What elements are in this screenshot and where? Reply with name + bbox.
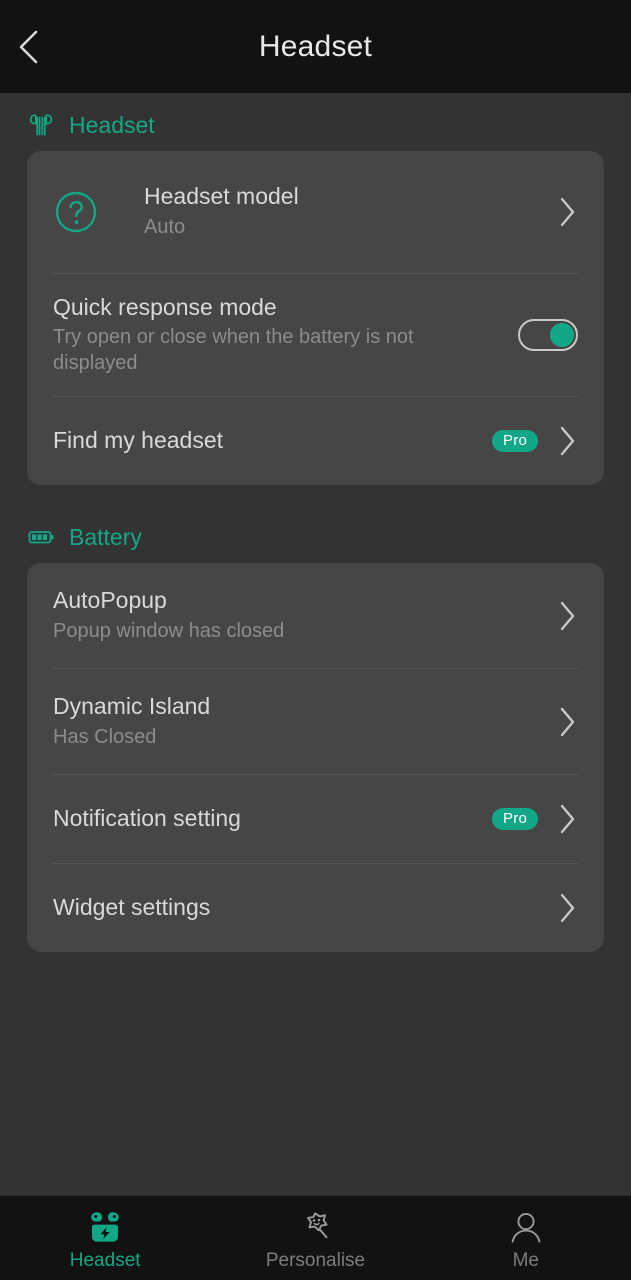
row-autopopup[interactable]: AutoPopup Popup window has closed — [27, 563, 604, 668]
row-right-slot: Pro — [492, 802, 578, 836]
row-right-slot — [556, 891, 578, 925]
row-dynamic-island[interactable]: Dynamic Island Has Closed — [27, 669, 604, 774]
top-app-bar: Headset — [0, 0, 631, 93]
battery-settings-card: AutoPopup Popup window has closed Dynami… — [27, 563, 604, 952]
settings-scroll-area: Headset Headset model Auto Quick respons… — [0, 93, 631, 1195]
row-right-slot — [556, 599, 578, 633]
row-right-slot — [556, 195, 578, 229]
row-texts: Find my headset — [53, 427, 478, 455]
chevron-right-icon[interactable] — [556, 599, 578, 633]
quick-response-mode-toggle[interactable] — [518, 319, 578, 351]
section-header-headset: Headset — [27, 93, 604, 151]
row-right-slot: Pro — [492, 424, 578, 458]
row-texts: Notification setting — [53, 805, 478, 833]
back-button[interactable] — [0, 18, 58, 76]
row-texts: Headset model Auto — [144, 183, 542, 240]
app-screen: Headset Headset Headset model Auto Quick… — [0, 0, 631, 1280]
row-right-slot — [518, 319, 578, 351]
pro-badge: Pro — [492, 808, 538, 830]
chevron-right-icon[interactable] — [556, 705, 578, 739]
row-title: Dynamic Island — [53, 692, 211, 719]
row-title: Notification setting — [53, 805, 241, 832]
row-texts: Widget settings — [53, 894, 542, 922]
question-circle-icon — [53, 189, 99, 235]
row-subtitle: Auto — [144, 216, 186, 238]
person-icon — [506, 1208, 546, 1246]
row-headset-model[interactable]: Headset model Auto — [27, 151, 604, 273]
row-title: Find my headset — [53, 427, 224, 454]
section-label: Headset — [69, 111, 155, 138]
row-widget-settings[interactable]: Widget settings — [27, 864, 604, 952]
row-title: Quick response mode — [53, 293, 277, 320]
nav-item-me[interactable]: Me — [421, 1196, 631, 1280]
section-header-battery: Battery — [27, 505, 604, 563]
chevron-right-icon[interactable] — [556, 802, 578, 836]
chevron-right-icon[interactable] — [556, 891, 578, 925]
earbuds-case-icon — [85, 1208, 125, 1246]
magic-wand-star-icon — [295, 1208, 335, 1246]
row-title: AutoPopup — [53, 586, 167, 613]
page-title: Headset — [258, 29, 373, 63]
row-subtitle: Popup window has closed — [53, 619, 285, 642]
nav-label: Headset — [69, 1250, 141, 1271]
chevron-right-icon[interactable] — [556, 424, 578, 458]
row-right-slot — [556, 705, 578, 739]
chevron-left-icon — [19, 30, 38, 64]
chevron-right-icon[interactable] — [556, 195, 578, 229]
row-quick-response-mode[interactable]: Quick response mode Try open or close wh… — [27, 274, 604, 396]
nav-label: Me — [512, 1250, 540, 1271]
nav-item-personalise[interactable]: Personalise — [210, 1196, 420, 1280]
row-texts: Quick response mode Try open or close wh… — [53, 294, 504, 377]
row-find-my-headset[interactable]: Find my headset Pro — [27, 397, 604, 485]
row-notification-setting[interactable]: Notification setting Pro — [27, 775, 604, 863]
headset-settings-card: Headset model Auto Quick response mode T… — [27, 151, 604, 485]
row-subtitle: Try open or close when the battery is no… — [53, 326, 414, 374]
row-texts: AutoPopup Popup window has closed — [53, 587, 542, 644]
battery-icon — [27, 523, 55, 551]
bottom-navigation-bar: Headset Personalise Me — [0, 1195, 631, 1280]
row-title: Widget settings — [53, 894, 211, 921]
nav-item-headset[interactable]: Headset — [0, 1196, 210, 1280]
row-texts: Dynamic Island Has Closed — [53, 693, 542, 750]
earbuds-icon — [27, 111, 55, 139]
section-label: Battery — [69, 523, 142, 550]
toggle-knob — [550, 323, 574, 347]
pro-badge: Pro — [492, 430, 538, 452]
row-subtitle: Has Closed — [53, 725, 157, 748]
row-title: Headset model — [144, 183, 299, 210]
nav-label: Personalise — [265, 1250, 366, 1271]
